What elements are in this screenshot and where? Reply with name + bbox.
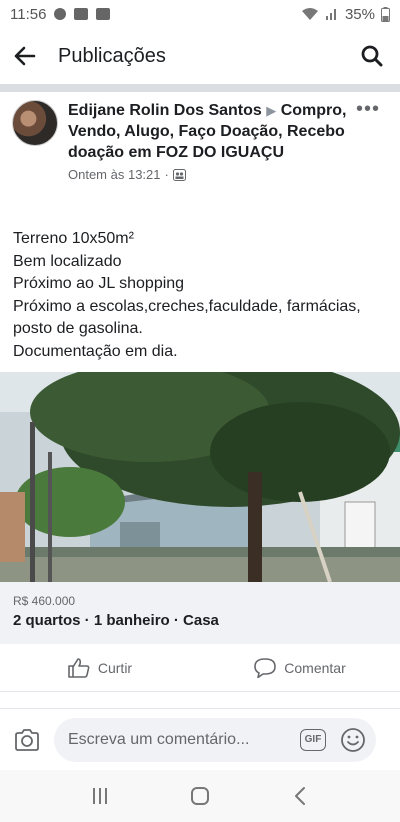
more-options-button[interactable]: ••• [356, 99, 380, 119]
dot-separator: · [164, 167, 169, 182]
author-line: Edijane Rolin Dos Santos ▶ Compro, Vendo… [68, 100, 348, 163]
comment-bar: GIF [0, 708, 400, 770]
post-meta: Ontem às 13:21 · [68, 167, 348, 182]
post-header: Edijane Rolin Dos Santos ▶ Compro, Vendo… [12, 99, 388, 182]
comment-label: Comentar [284, 659, 346, 676]
group-privacy-icon [172, 168, 186, 181]
battery-icon [381, 6, 390, 22]
comment-input-wrapper: GIF [54, 717, 376, 762]
camera-icon[interactable] [14, 728, 40, 751]
post-line: Próximo a escolas,creches,faculdade, far… [13, 297, 361, 338]
recent-apps-icon [93, 788, 107, 804]
more-icon: ••• [355, 98, 380, 120]
page-title: Publicações [58, 44, 166, 67]
gif-icon: GIF [304, 734, 322, 745]
listing-price: R$ 460.000 [13, 594, 76, 608]
gif-button[interactable]: GIF [300, 728, 326, 751]
post-body: Terreno 10x50m² Bem localizado Próximo a… [13, 228, 389, 363]
like-button[interactable]: Curtir [0, 644, 200, 691]
listing-info[interactable]: R$ 460.000 2 quartos · 1 banheiro · Casa [0, 582, 400, 644]
search-button[interactable] [358, 42, 386, 70]
post-line: Terreno 10x50m² [13, 230, 134, 247]
comment-input[interactable] [68, 730, 294, 749]
status-bar: 11:56 35% [0, 0, 400, 28]
like-icon [68, 657, 90, 678]
avatar[interactable] [12, 100, 58, 146]
post-line: Bem localizado [13, 252, 122, 270]
notification-icon [54, 8, 67, 20]
wifi-icon [301, 8, 318, 20]
post-actions: Curtir Comentar [0, 644, 400, 692]
app-bar: Publicações [0, 28, 400, 84]
recent-apps-button[interactable] [80, 781, 120, 811]
post-header-text: Edijane Rolin Dos Santos ▶ Compro, Vendo… [68, 100, 348, 182]
post-photo[interactable] [0, 372, 400, 582]
listing-details: 2 quartos · 1 banheiro · Casa [13, 612, 219, 629]
back-arrow-icon[interactable] [14, 46, 36, 66]
signal-icon [325, 9, 336, 20]
back-nav-icon [295, 787, 305, 805]
system-nav-bar [0, 770, 400, 822]
post-timestamp[interactable]: Ontem às 13:21 [68, 167, 161, 182]
post-line: Documentação em dia. [13, 342, 178, 360]
back-nav-button[interactable] [280, 781, 320, 811]
home-icon [191, 787, 209, 805]
post-line: Próximo ao JL shopping [13, 275, 185, 292]
gallery-icon [96, 8, 111, 20]
house-photo [0, 372, 400, 582]
section-divider [0, 84, 400, 92]
comment-icon [254, 657, 277, 678]
status-time: 11:56 [10, 5, 47, 23]
comment-button[interactable]: Comentar [200, 644, 400, 691]
author-name[interactable]: Edijane Rolin Dos Santos [68, 102, 262, 119]
home-button[interactable] [180, 781, 220, 811]
arrow-right-icon: ▶ [266, 103, 277, 118]
folder-icon [74, 8, 89, 20]
search-icon [361, 45, 383, 67]
battery-level: 35% [344, 5, 375, 23]
like-label: Curtir [97, 659, 133, 676]
emoji-icon[interactable] [340, 727, 366, 753]
